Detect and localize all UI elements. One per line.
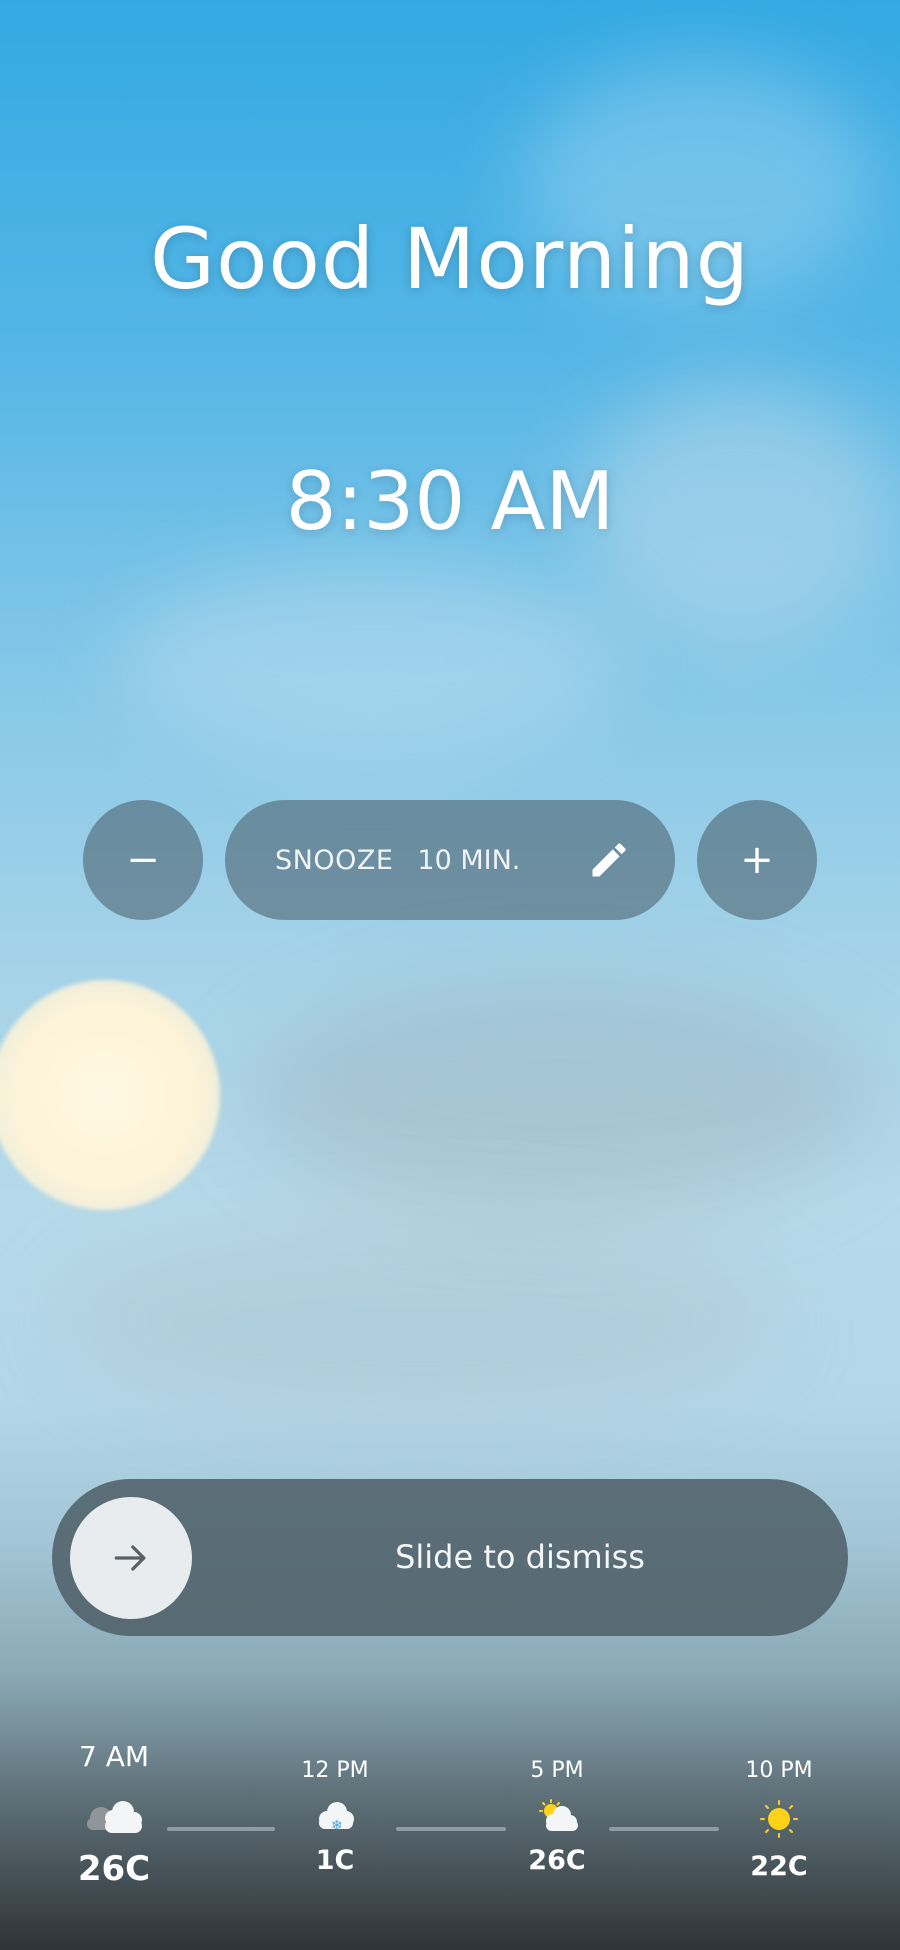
svg-text:❄: ❄ (331, 1818, 343, 1833)
hourly-forecast: 7 AM 26C 12 PM ❄ 1C 5 PM 26C 10 PM 22C (0, 1740, 900, 1940)
snooze-label: SNOOZE (275, 844, 394, 876)
snooze-duration: 10 MIN. (417, 844, 521, 876)
pencil-icon[interactable] (587, 838, 631, 882)
cloud (60, 1220, 780, 1420)
arrow-right-icon (114, 1545, 146, 1571)
alarm-time: 8:30 AM (285, 455, 615, 548)
greeting-title: Good Morning (150, 210, 750, 308)
snooze-button[interactable]: SNOOZE 10 MIN. (225, 800, 675, 920)
forecast-temp: 26C (528, 1845, 586, 1876)
partly-sunny-icon (539, 1799, 578, 1831)
forecast-divider (609, 1827, 719, 1831)
forecast-item: 12 PM ❄ 1C (265, 1758, 405, 1876)
cloud (250, 980, 870, 1210)
forecast-time: 12 PM (301, 1758, 369, 1783)
forecast-item: 10 PM 22C (709, 1758, 849, 1882)
cloudy-icon (87, 1801, 142, 1833)
forecast-time: 5 PM (530, 1758, 584, 1783)
dismiss-label: Slide to dismiss (395, 1538, 645, 1576)
sun-icon (760, 1800, 798, 1838)
cloud (120, 560, 620, 760)
slide-to-dismiss-track[interactable]: Slide to dismiss (52, 1479, 848, 1636)
plus-icon: + (740, 837, 774, 883)
snooze-increase-button[interactable]: + (697, 800, 817, 920)
forecast-temp: 22C (750, 1851, 808, 1882)
forecast-time: 7 AM (78, 1740, 150, 1773)
forecast-time: 10 PM (745, 1758, 813, 1783)
dismiss-slider-knob[interactable] (70, 1497, 192, 1619)
forecast-item: 7 AM 26C (44, 1740, 184, 1889)
forecast-temp: 1C (315, 1845, 355, 1876)
forecast-divider (167, 1827, 275, 1831)
minus-icon: − (126, 837, 160, 883)
forecast-item: 5 PM 26C (487, 1758, 627, 1876)
snooze-decrease-button[interactable]: − (83, 800, 203, 920)
snow-cloud-icon: ❄ (319, 1802, 354, 1833)
forecast-temp: 26C (77, 1849, 151, 1889)
sun-glow (0, 980, 220, 1210)
